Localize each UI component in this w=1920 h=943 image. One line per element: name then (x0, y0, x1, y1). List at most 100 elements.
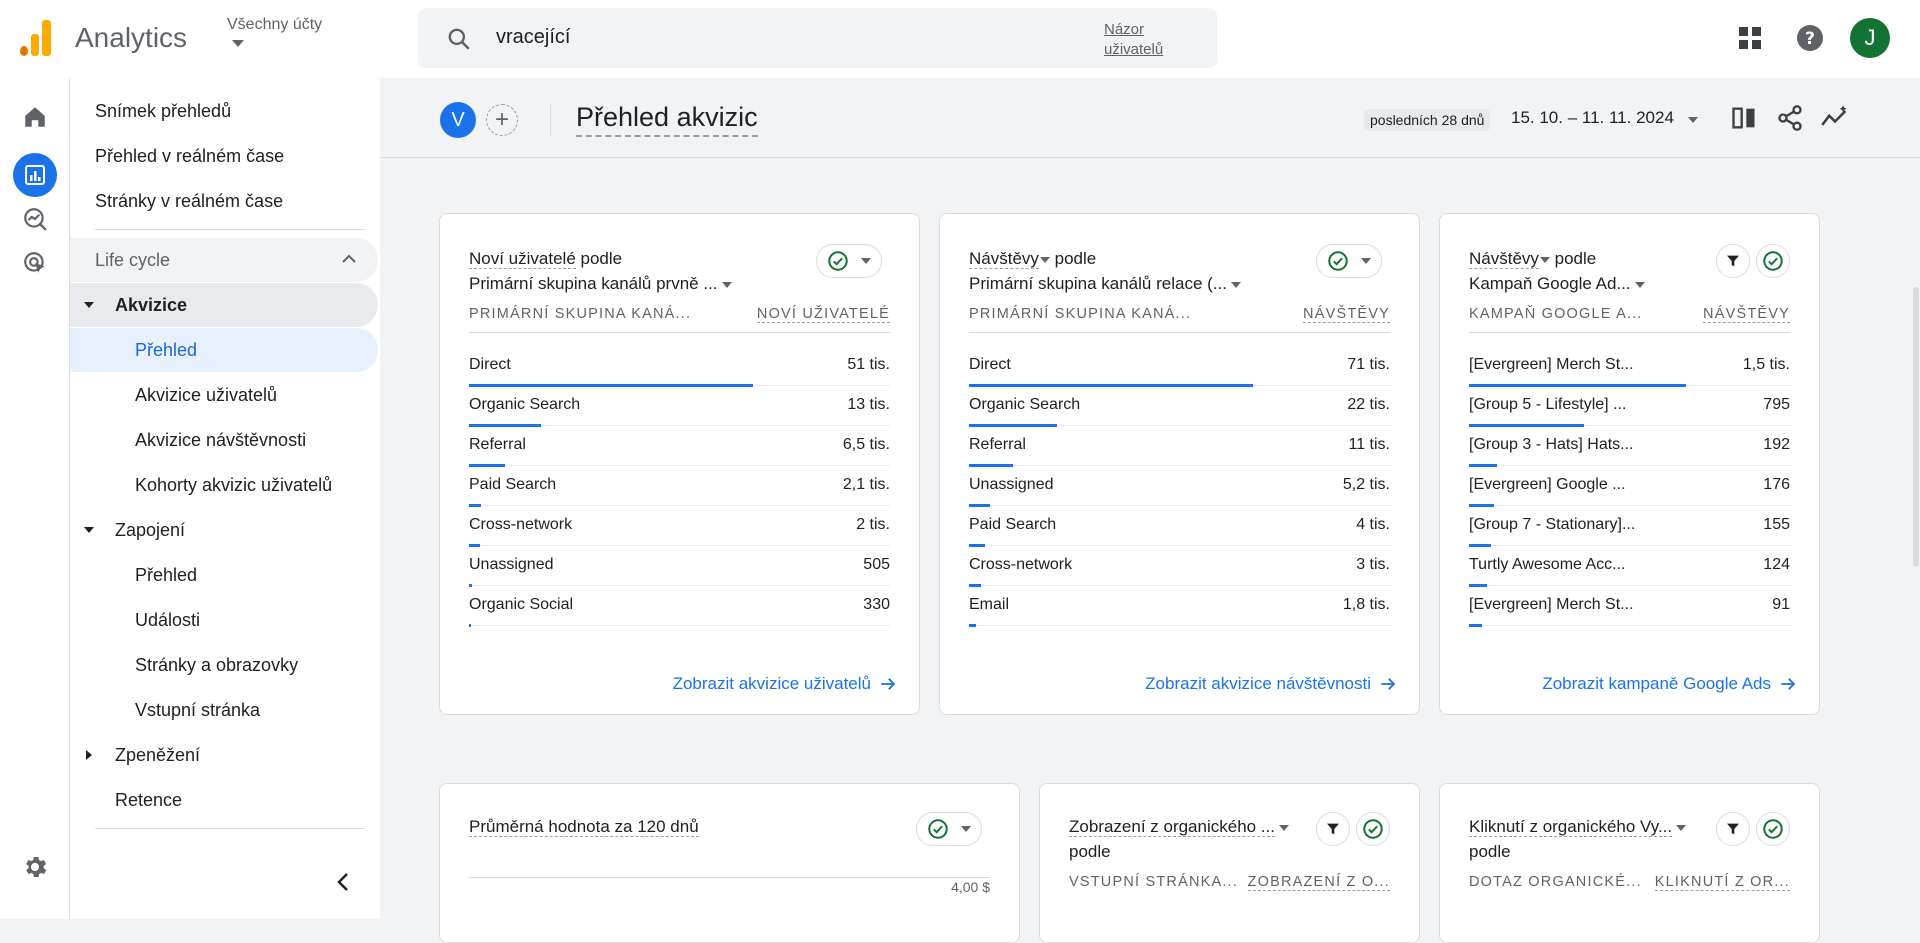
table-row[interactable]: Turtly Awesome Acc... 124 (1469, 546, 1790, 587)
column-header-metric[interactable]: NÁVŠTĚVY (1303, 306, 1390, 323)
chevron-down-icon[interactable] (232, 40, 244, 47)
metric-selector[interactable]: Kliknutí z organického Vy... (1469, 817, 1673, 837)
check-button[interactable] (1756, 244, 1790, 278)
column-header-metric[interactable]: NOVÍ UŽIVATELÉ (756, 306, 890, 323)
add-comparison-button[interactable]: + (486, 104, 518, 136)
column-header-metric[interactable]: ZOBRAZENÍ Z O... (1247, 874, 1390, 891)
check-circle-icon[interactable] (1362, 818, 1384, 840)
chevron-down-icon[interactable] (1688, 117, 1698, 123)
sidebar-item-engagement-overview[interactable]: Přehled (70, 553, 378, 597)
avatar[interactable]: J (1850, 18, 1890, 58)
page-title[interactable]: Přehled akvizic (576, 102, 758, 137)
check-circle-icon[interactable] (1762, 818, 1784, 840)
column-header-dimension[interactable]: PRIMÁRNÍ SKUPINA KANÁ... (969, 306, 1191, 322)
search-input[interactable]: vracející (496, 26, 570, 49)
chevron-up-icon[interactable] (342, 254, 356, 264)
advertising-icon[interactable] (13, 241, 57, 285)
table-row[interactable]: [Group 5 - Lifestyle] ... 795 (1469, 386, 1790, 427)
sidebar-item-pages-screens[interactable]: Stránky a obrazovky (70, 643, 378, 687)
sidebar-item-events[interactable]: Události (70, 598, 378, 642)
sidebar-item-snapshot[interactable]: Snímek přehledů (70, 89, 378, 133)
card-options-pill[interactable] (816, 244, 882, 278)
sidebar-item-acquisition-overview[interactable]: Přehled (70, 328, 378, 372)
view-user-acquisition-link[interactable]: Zobrazit akvizice uživatelů (673, 674, 897, 694)
sidebar-item-user-acquisition[interactable]: Akvizice uživatelů (70, 373, 378, 417)
table-row[interactable]: [Evergreen] Merch St... 1,5 tis. (1469, 346, 1790, 387)
caret-down-icon[interactable] (1676, 824, 1687, 831)
explore-icon[interactable] (13, 197, 57, 241)
metric-selector[interactable]: Noví uživatelé (469, 249, 576, 269)
table-row[interactable]: Email 1,8 tis. (969, 586, 1390, 627)
filter-button[interactable] (1316, 812, 1350, 846)
filter-button[interactable] (1716, 812, 1750, 846)
dimension-selector[interactable]: Primární skupina kanálů prvně ... (469, 274, 718, 293)
caret-down-icon[interactable] (84, 302, 94, 308)
check-circle-icon[interactable] (1327, 250, 1349, 272)
table-row[interactable]: Cross-network 3 tis. (969, 546, 1390, 587)
sidebar-item-retention[interactable]: Retence (70, 778, 378, 822)
column-header-dimension[interactable]: VSTUPNÍ STRÁNKA... (1069, 874, 1238, 890)
settings-icon[interactable] (13, 845, 57, 889)
dimension-selector[interactable]: Primární skupina kanálů relace (... (969, 274, 1227, 293)
table-row[interactable]: Unassigned 5,2 tis. (969, 466, 1390, 507)
sidebar-item-acquisition[interactable]: Akvizice (70, 283, 378, 327)
column-header-metric[interactable]: NÁVŠTĚVY (1703, 306, 1790, 323)
metric-selector[interactable]: Průměrná hodnota za 120 dnů (469, 817, 699, 837)
table-row[interactable]: Organic Social 330 (469, 586, 890, 627)
date-range[interactable]: 15. 10. – 11. 11. 2024 (1511, 108, 1674, 128)
caret-down-icon[interactable] (84, 527, 94, 533)
filter-icon[interactable] (1725, 821, 1741, 837)
column-header-dimension[interactable]: KAMPAŇ GOOGLE A... (1469, 306, 1643, 322)
table-row[interactable]: Direct 51 tis. (469, 346, 890, 387)
check-button[interactable] (1356, 812, 1390, 846)
column-header-metric[interactable]: KLIKNUTÍ Z OR... (1654, 874, 1790, 891)
filter-icon[interactable] (1725, 253, 1741, 269)
arrow-right-icon[interactable] (1379, 675, 1397, 693)
analytics-logo-icon[interactable] (20, 20, 52, 56)
table-row[interactable]: Paid Search 2,1 tis. (469, 466, 890, 507)
caret-down-icon[interactable] (861, 258, 871, 264)
metric-selector[interactable]: Zobrazení z organického ... (1069, 817, 1276, 837)
reports-icon[interactable] (13, 153, 57, 197)
table-row[interactable]: Paid Search 4 tis. (969, 506, 1390, 547)
home-icon[interactable] (13, 95, 57, 139)
table-row[interactable]: Unassigned 505 (469, 546, 890, 587)
metric-selector[interactable]: Návštěvy (969, 249, 1039, 269)
table-row[interactable]: Organic Search 13 tis. (469, 386, 890, 427)
sidebar-section-life-cycle[interactable]: Life cycle (70, 238, 378, 282)
caret-down-icon[interactable] (1230, 281, 1241, 288)
arrow-right-icon[interactable] (879, 675, 897, 693)
table-row[interactable]: Referral 6,5 tis. (469, 426, 890, 467)
table-row[interactable]: [Group 7 - Stationary]... 155 (1469, 506, 1790, 547)
date-preset-chip[interactable]: posledních 28 dnů (1364, 109, 1491, 131)
card-options-pill[interactable] (1316, 244, 1382, 278)
view-google-ads-campaigns-link[interactable]: Zobrazit kampaně Google Ads (1542, 674, 1797, 694)
filter-button[interactable] (1716, 244, 1750, 278)
compare-icon[interactable] (1730, 104, 1758, 132)
check-circle-icon[interactable] (1762, 250, 1784, 272)
table-row[interactable]: Referral 11 tis. (969, 426, 1390, 467)
view-traffic-acquisition-link[interactable]: Zobrazit akvizice návštěvnosti (1145, 674, 1397, 694)
sidebar-item-traffic-acquisition[interactable]: Akvizice návštěvnosti (70, 418, 378, 462)
sidebar-item-user-acquisition-cohorts[interactable]: Kohorty akvizic uživatelů (70, 463, 378, 507)
table-row[interactable]: [Evergreen] Merch St... 91 (1469, 586, 1790, 627)
sidebar-item-monetization[interactable]: Zpeněžení (70, 733, 378, 777)
sidebar-item-landing-page[interactable]: Vstupní stránka (70, 688, 378, 732)
sidebar-item-engagement[interactable]: Zapojení (70, 508, 378, 552)
check-circle-icon[interactable] (827, 250, 849, 272)
metric-selector[interactable]: Návštěvy (1469, 249, 1539, 269)
search-bar[interactable]: vracející Názor uživatelů (418, 8, 1217, 68)
caret-down-icon[interactable] (961, 826, 971, 832)
table-row[interactable]: [Group 3 - Hats] Hats... 192 (1469, 426, 1790, 467)
insights-icon[interactable] (1820, 104, 1850, 132)
dimension-selector[interactable]: Kampaň Google Ad... (1469, 274, 1631, 293)
caret-down-icon[interactable] (721, 281, 732, 288)
arrow-right-icon[interactable] (1779, 675, 1797, 693)
sidebar-item-realtime-pages[interactable]: Stránky v reálném čase (70, 179, 378, 223)
collapse-sidebar-icon[interactable] (336, 872, 350, 892)
column-header-dimension[interactable]: DOTAZ ORGANICKÉ... (1469, 874, 1642, 890)
filter-icon[interactable] (1325, 821, 1341, 837)
check-circle-icon[interactable] (927, 818, 949, 840)
comparison-badge[interactable]: V (440, 102, 476, 138)
table-row[interactable]: Cross-network 2 tis. (469, 506, 890, 547)
